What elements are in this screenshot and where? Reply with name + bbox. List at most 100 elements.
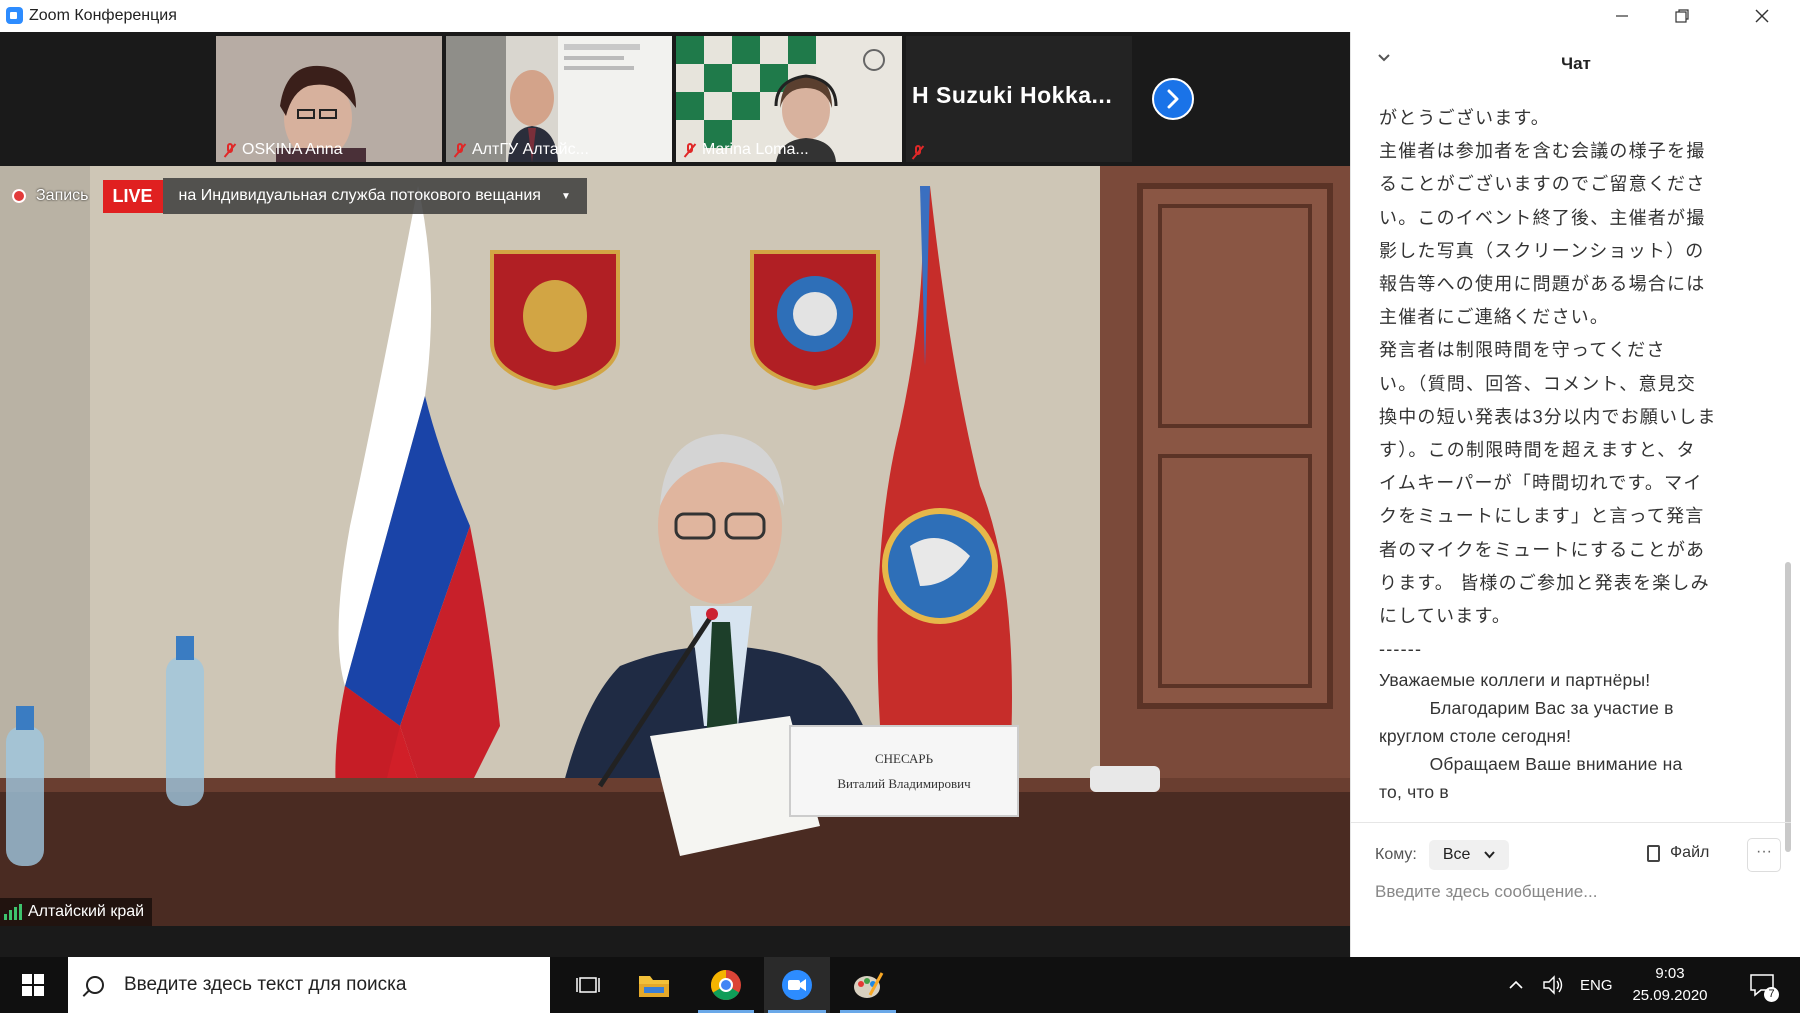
restore-icon[interactable] [1652, 0, 1712, 32]
nameplate-line1: СНЕСАРЬ [875, 751, 934, 766]
chat-line: 主催者にご連絡ください。 [1379, 307, 1610, 328]
chat-title: Чат [1561, 54, 1591, 73]
chat-line: 報告等への使用に問題がある場合には [1379, 274, 1706, 295]
zoom-app-icon [782, 970, 812, 1000]
more-options-button[interactable]: ··· [1747, 838, 1781, 872]
clock-time: 9:03 [1655, 965, 1685, 982]
language-indicator[interactable]: ENG [1580, 957, 1613, 1013]
chat-line: 主催者は参加者を含む会議の様子を撮 [1379, 141, 1706, 162]
chat-header: Чат [1351, 32, 1800, 82]
speaker-name: Алтайский край [28, 903, 145, 920]
recipient-value: Все [1442, 846, 1471, 863]
chat-line: い。（質問、回答、コメント、意見交 [1379, 373, 1697, 394]
search-icon [86, 976, 104, 994]
speaker-icon [1543, 975, 1563, 995]
clock-date: 25.09.2020 [1632, 987, 1708, 1004]
taskbar-explorer[interactable] [624, 957, 684, 1013]
participant-name: H Suzuki Hokka... [912, 82, 1113, 108]
taskbar: Введите здесь текст для поиска ENG 9:03 … [0, 957, 1800, 1013]
chat-line: 影した写真（スクリーンショット）の [1379, 240, 1705, 261]
action-center-button[interactable]: 7 [1740, 957, 1784, 1013]
message-input[interactable]: Введите здесь сообщение... [1375, 882, 1597, 902]
participant-strip: OSKINA Anna АлтГУ Алтайс... Marina Loma.… [0, 32, 1350, 166]
chat-message-jp: がとうございます。主催者は参加者を含む会議の様子を撮 ることがございますのでご留意… [1379, 102, 1729, 666]
close-icon[interactable] [1732, 0, 1792, 32]
file-icon [1647, 844, 1660, 862]
chat-line: ります。 皆様のご参加と発表を楽しみ [1379, 572, 1710, 593]
live-badge: LIVE [102, 179, 163, 213]
chat-message-ru: Уважаемые коллеги и партнёры! Благодарим… [1379, 666, 1729, 806]
chat-messages: がとうございます。主催者は参加者を含む会議の様子を撮 ることがございますのでご留意… [1379, 102, 1729, 806]
chat-line: Обращаем Ваше внимание на [1379, 754, 1683, 775]
divider [1351, 822, 1791, 823]
signal-strength-icon [4, 904, 22, 920]
chat-scrollbar[interactable] [1785, 562, 1791, 852]
file-button[interactable]: Файл [1647, 844, 1709, 862]
title-bar: Zoom Конференция [0, 0, 1800, 32]
record-icon [12, 189, 26, 203]
task-view-icon [576, 977, 600, 993]
participant-name: Marina Loma... [702, 141, 809, 158]
volume-button[interactable] [1542, 957, 1564, 1013]
mic-muted-icon [684, 143, 696, 157]
task-view-button[interactable] [560, 957, 616, 1013]
chevron-up-icon [1509, 980, 1523, 989]
minimize-icon[interactable] [1592, 0, 1652, 32]
windows-logo-icon [22, 974, 44, 996]
chevron-right-icon [1167, 89, 1179, 109]
recipient-label: Кому: [1375, 846, 1417, 863]
participant-name: OSKINA Anna [242, 141, 343, 158]
next-page-button[interactable] [1152, 78, 1194, 120]
chat-line: Уважаемые коллеги и партнёры! [1379, 670, 1651, 691]
recording-bar: Запись LIVE на Индивидуальная служба пот… [12, 178, 587, 214]
chat-line: ることがございますのでご留意くださ [1379, 174, 1706, 195]
folder-icon [639, 976, 669, 997]
participant-name: АлтГУ Алтайс... [472, 141, 589, 158]
taskbar-paint[interactable] [836, 957, 900, 1013]
chat-line: то, что в [1379, 782, 1449, 803]
chat-line: がとうございます。 [1379, 108, 1550, 128]
participant-tile[interactable]: Marina Loma... [676, 36, 902, 162]
show-hidden-icons[interactable] [1508, 957, 1524, 1013]
chat-line: クをミュートにします」と言って発言 [1379, 506, 1705, 527]
paint-icon [854, 972, 884, 998]
recipient-select[interactable]: Все [1428, 840, 1510, 870]
chat-line: круглом столе сегодня! [1379, 726, 1572, 747]
taskbar-search[interactable]: Введите здесь текст для поиска [68, 957, 550, 1013]
zoom-logo-icon [6, 7, 23, 24]
chevron-down-icon [1484, 851, 1496, 859]
chat-line: 発言者は制限時間を守ってくださ [1379, 340, 1666, 361]
participant-tile[interactable]: OSKINA Anna [216, 36, 442, 162]
mic-muted-icon [224, 143, 236, 157]
clock[interactable]: 9:03 25.09.2020 [1630, 957, 1710, 1013]
recording-label: Запись [36, 187, 89, 204]
caret-down-icon: ▼ [560, 190, 571, 202]
search-placeholder: Введите здесь текст для поиска [124, 974, 407, 995]
start-button[interactable] [0, 957, 66, 1013]
window-title: Zoom Конференция [29, 7, 177, 24]
chat-line: ------ [1379, 639, 1423, 660]
recipient-row: Кому: Все [1375, 838, 1775, 872]
chat-line: イムキーパーが「時間切れです。マイ [1379, 473, 1703, 494]
chat-line: にしています。 [1379, 606, 1512, 627]
mic-muted-icon [454, 143, 466, 157]
stream-label: на Индивидуальная служба потокового веща… [178, 187, 541, 204]
speaker-video: СНЕСАРЬ Виталий Владимирович [0, 166, 1350, 926]
mic-muted-icon [912, 145, 924, 159]
chat-line: 者のマイクをミュートにすることがあ [1379, 539, 1706, 560]
main-video: СНЕСАРЬ Виталий Владимирович Запись LIVE… [0, 166, 1350, 926]
stream-dropdown[interactable]: на Индивидуальная служба потокового веща… [162, 178, 587, 214]
chrome-icon [710, 970, 741, 1001]
video-stage: OSKINA Anna АлтГУ Алтайс... Marina Loma.… [0, 32, 1350, 957]
chat-panel: Чат がとうございます。主催者は参加者を含む会議の様子を撮 ることがございますの… [1350, 32, 1800, 957]
file-label: Файл [1670, 844, 1710, 861]
chat-line: Благодарим Вас за участие в [1379, 698, 1674, 719]
taskbar-zoom[interactable] [764, 957, 830, 1013]
notification-count: 7 [1764, 987, 1779, 1002]
taskbar-chrome[interactable] [694, 957, 758, 1013]
main-video-label: Алтайский край [0, 898, 153, 926]
participant-tile[interactable]: АлтГУ Алтайс... [446, 36, 672, 162]
chat-line: す）。この制限時間を超えますと、タ [1379, 440, 1696, 461]
nameplate-line2: Виталий Владимирович [837, 776, 971, 791]
chat-line: 換中の短い発表は3分以内でお願いしま [1379, 406, 1717, 427]
